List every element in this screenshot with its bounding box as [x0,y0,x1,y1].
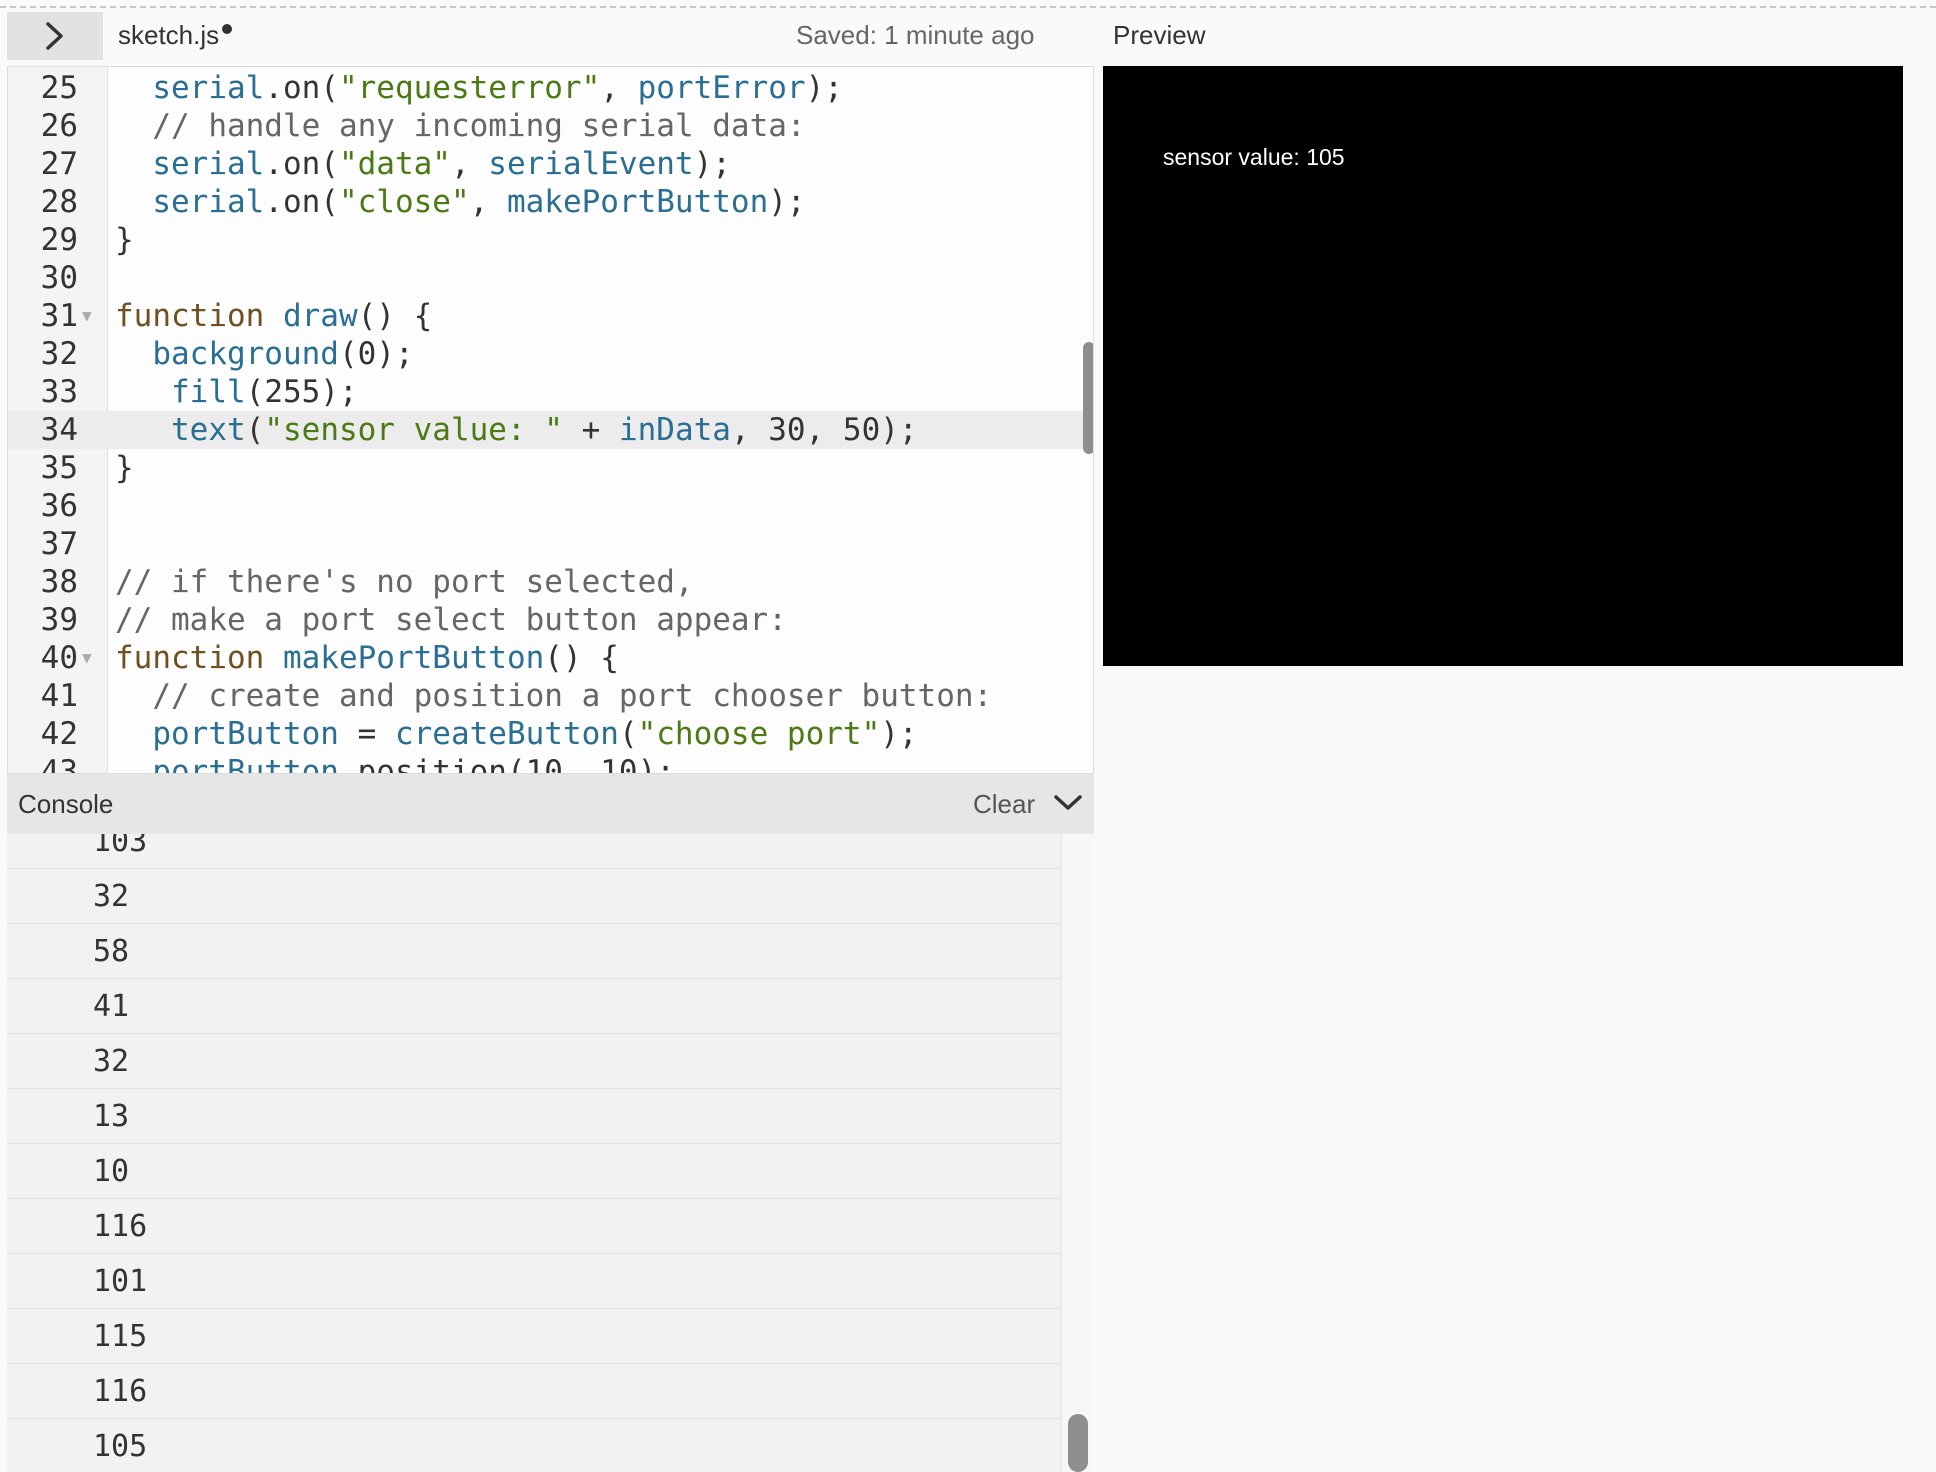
code-line[interactable]: 26 // handle any incoming serial data: [8,107,1093,145]
console-line: 10 [7,1144,1061,1199]
console-line: 58 [7,924,1061,979]
line-number: 39 [40,602,78,638]
console-line: 103 [7,834,1061,869]
console-line: 115 [7,1309,1061,1364]
line-code: portButton = createButton("choose port")… [152,716,918,752]
fold-triangle-icon[interactable]: ▼ [82,639,92,677]
line-number: 40 [40,640,78,676]
console-header: Console Clear [7,774,1094,834]
code-line[interactable]: 27 serial.on("data", serialEvent); [8,145,1093,183]
line-number: 33 [40,374,78,410]
line-number: 35 [40,450,78,486]
preview-canvas: sensor value: 105 [1103,66,1903,666]
unsaved-indicator [222,24,233,34]
code-line[interactable]: 41 // create and position a port chooser… [8,677,1093,715]
line-code: fill(255); [171,374,358,410]
console-line: 41 [7,979,1061,1034]
console-output: 103 32 58 41 32 13 10 116 101 115 116 105 [7,834,1061,1472]
code-line[interactable]: 30 [8,259,1093,297]
console-line: 32 [7,1034,1061,1089]
line-code: serial.on("data", serialEvent); [152,146,731,182]
console-title: Console [18,788,114,819]
chevron-right-icon [46,22,63,50]
console-list: 103 32 58 41 32 13 10 116 101 115 116 105 [7,834,1061,1472]
code-line[interactable]: 32 background(0); [8,335,1093,373]
code-line[interactable]: 42 portButton = createButton("choose por… [8,715,1093,753]
line-number: 26 [40,108,78,144]
file-tab[interactable]: sketch.js [118,20,233,51]
code-line[interactable]: 40 ▼ function makePortButton() { [8,639,1093,677]
code-line[interactable]: 29} [8,221,1093,259]
line-number: 27 [40,146,78,182]
code-line[interactable]: 33 fill(255); [8,373,1093,411]
line-number: 30 [40,260,78,296]
console-line: 101 [7,1254,1061,1309]
file-name: sketch.js [118,20,220,50]
line-number: 38 [40,564,78,600]
chevron-down-icon[interactable] [1053,790,1083,816]
line-number: 25 [40,70,78,106]
line-code: // create and position a port chooser bu… [152,678,993,714]
line-code: } [115,222,134,258]
line-code: } [115,450,134,486]
code-line[interactable]: 35} [8,449,1093,487]
code-line[interactable]: 31 ▼ function draw() { [8,297,1093,335]
console-line: 116 [7,1364,1061,1419]
line-code: function makePortButton() { [115,640,619,676]
console-clear-button[interactable]: Clear [973,789,1035,820]
line-code: // handle any incoming serial data: [152,108,806,144]
line-code: background(0); [152,336,414,372]
line-number: 29 [40,222,78,258]
code-line[interactable]: 34 text("sensor value: " + inData, 30, 5… [8,411,1093,449]
line-code: function draw() { [115,298,433,334]
line-number: 42 [40,716,78,752]
console-line: 105 [7,1419,1061,1472]
line-number: 34 [40,412,78,448]
saved-status: Saved: 1 minute ago [796,20,1035,50]
line-number: 36 [40,488,78,524]
line-number: 31 [40,298,78,334]
code-line[interactable]: 28 serial.on("close", makePortButton); [8,183,1093,221]
line-number: 28 [40,184,78,220]
fold-triangle-icon[interactable]: ▼ [82,297,92,335]
code-lines: 25 serial.on("requesterror", portError);… [8,69,1093,774]
preview-sensor-text: sensor value: 105 [1163,144,1345,170]
editor-scrollbar[interactable] [1083,342,1093,454]
code-line[interactable]: 39 // make a port select button appear: [8,601,1093,639]
console-scrollbar[interactable] [1068,1414,1088,1472]
code-line[interactable]: 37 [8,525,1093,563]
console-scroll-track [1061,834,1094,1472]
line-code: serial.on("close", makePortButton); [152,184,806,220]
expand-sidebar-button[interactable] [7,12,103,60]
top-divider [0,6,1936,8]
code-editor[interactable]: 25 serial.on("requesterror", portError);… [7,66,1094,774]
console-line: 13 [7,1089,1061,1144]
line-code: // make a port select button appear: [115,602,787,638]
console-line: 32 [7,869,1061,924]
line-number: 41 [40,678,78,714]
line-number: 37 [40,526,78,562]
code-line[interactable]: 25 serial.on("requesterror", portError); [8,69,1093,107]
line-code: serial.on("requesterror", portError); [152,70,843,106]
code-line[interactable]: 38 // if there's no port selected, [8,563,1093,601]
preview-title: Preview [1113,20,1206,50]
line-code: // if there's no port selected, [115,564,694,600]
console-line: 116 [7,1199,1061,1254]
line-number: 43 [40,754,78,774]
line-code: portButton.position(10, 10); [152,754,675,774]
code-line[interactable]: 36 [8,487,1093,525]
line-code: text("sensor value: " + inData, 30, 50); [171,412,918,448]
code-line[interactable]: 43 portButton.position(10, 10); [8,753,1093,774]
line-number: 32 [40,336,78,372]
